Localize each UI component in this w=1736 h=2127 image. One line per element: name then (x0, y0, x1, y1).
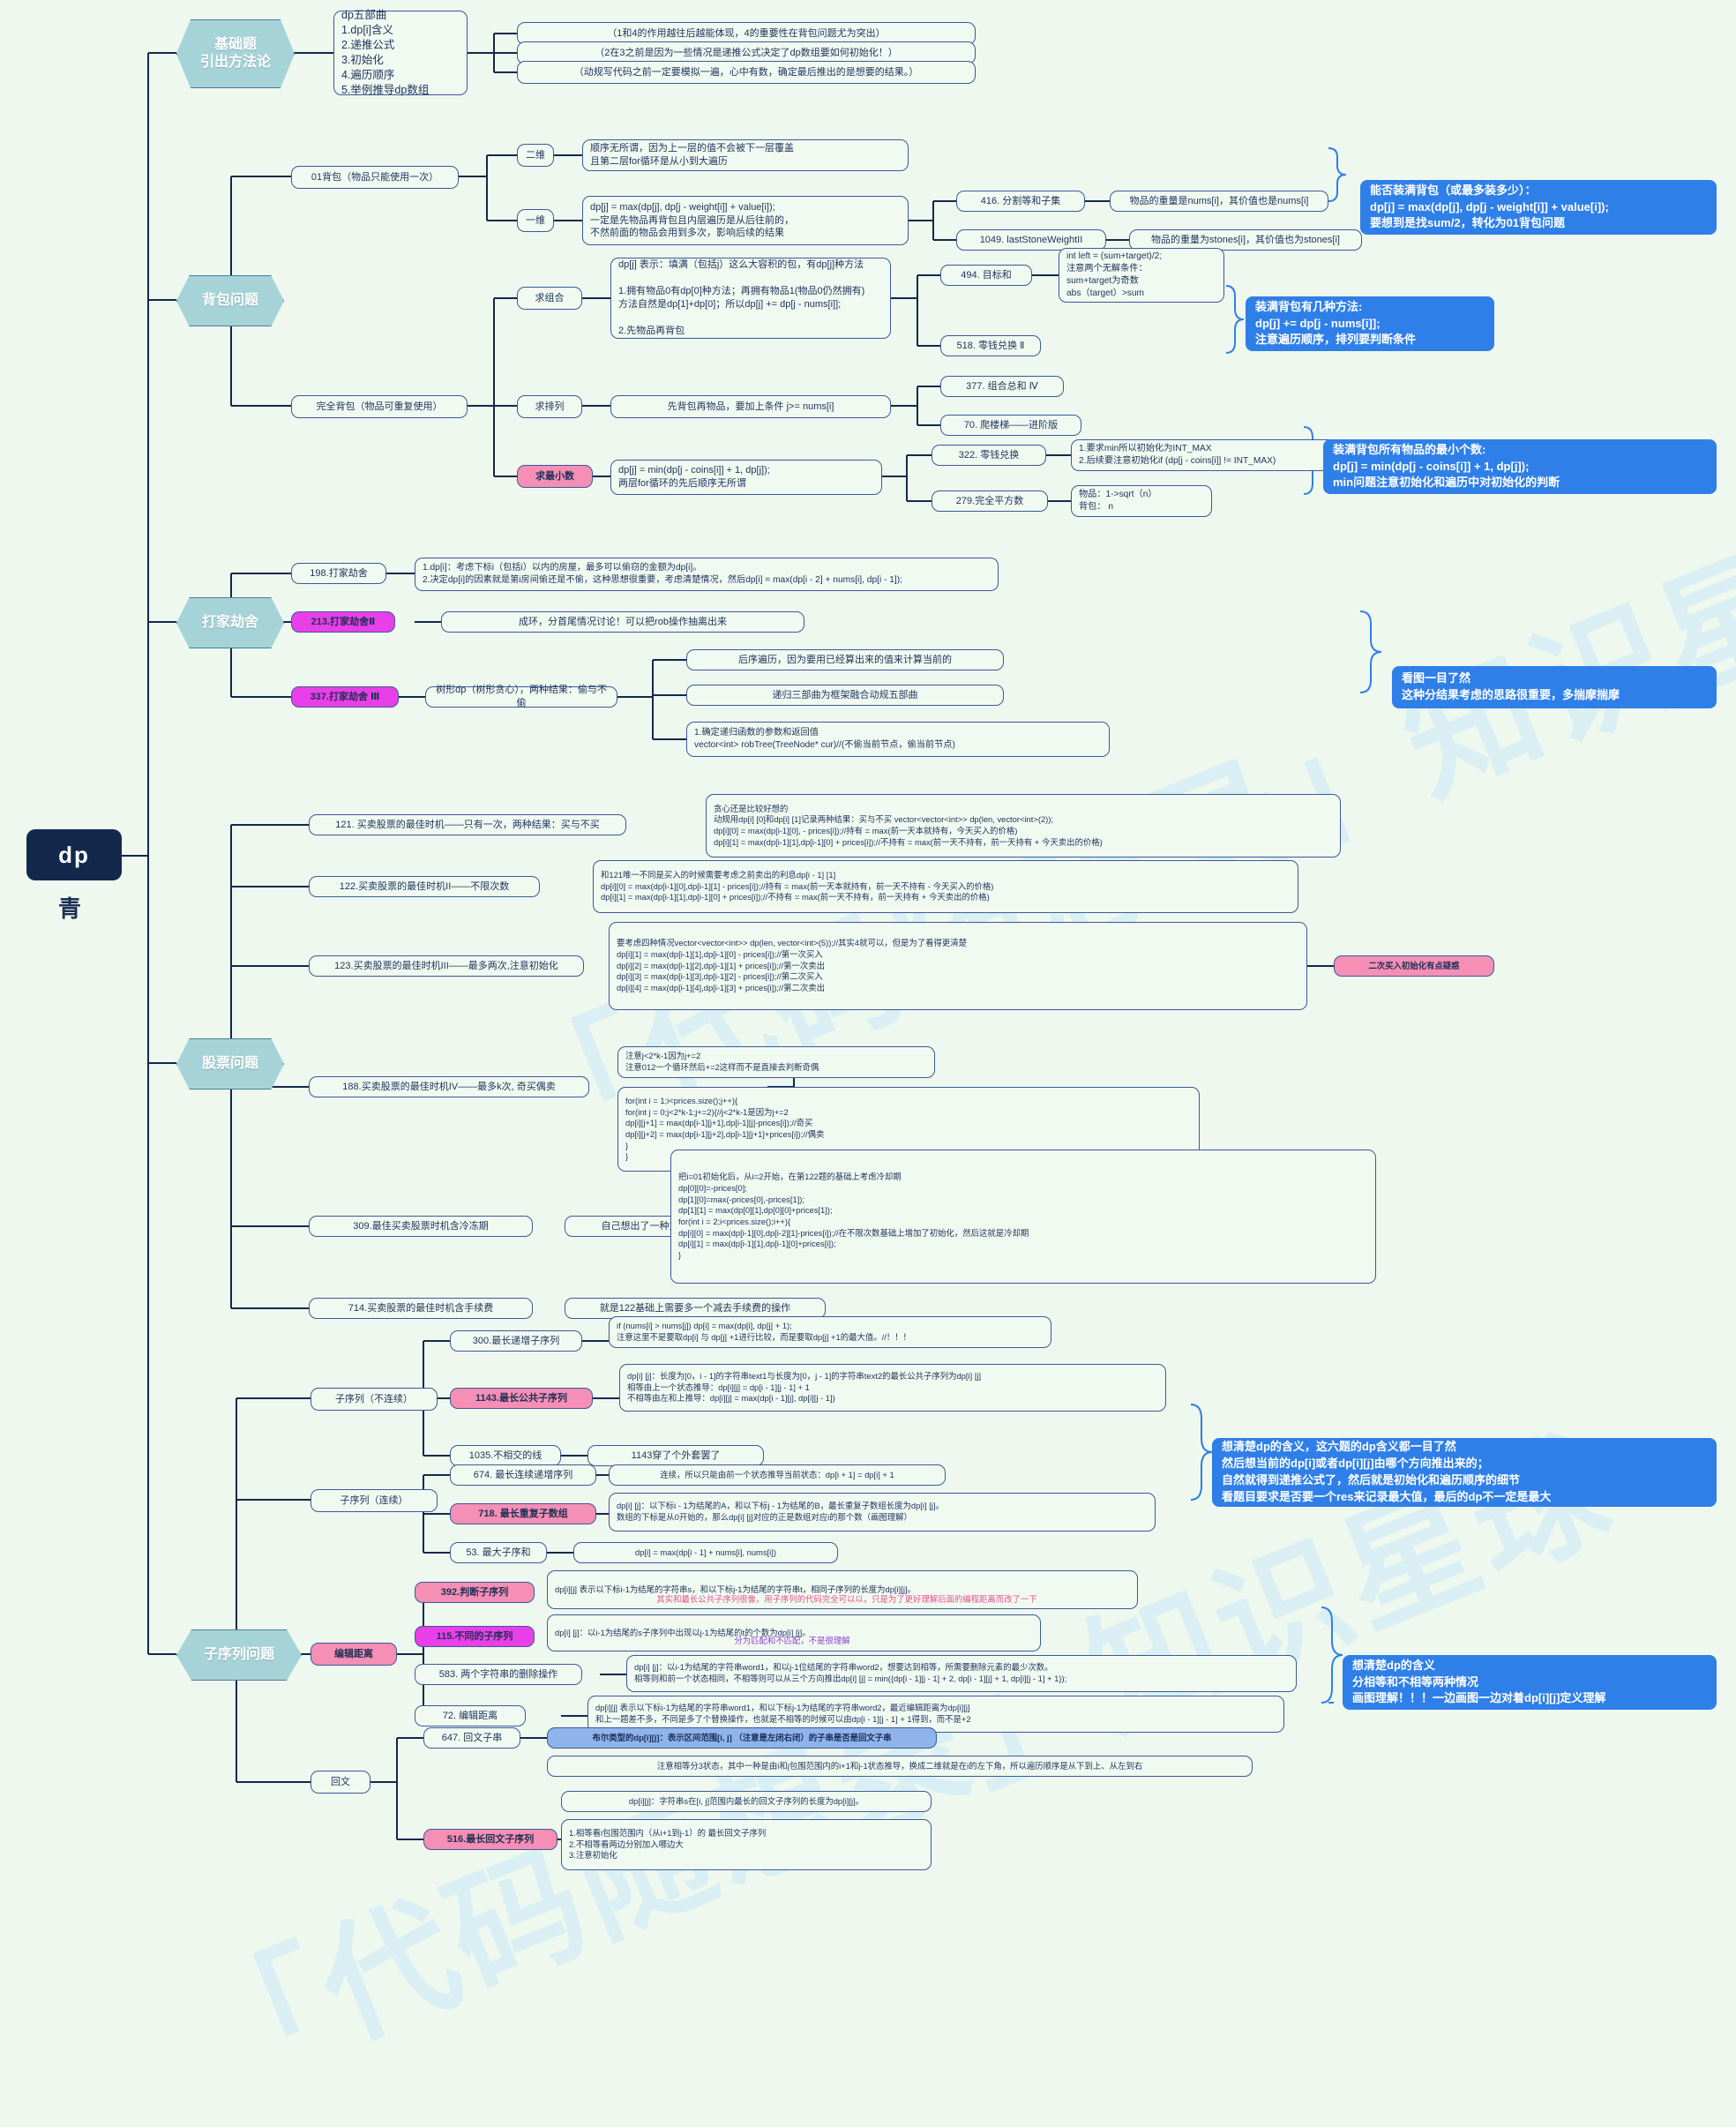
callout-subsequence-bottom[interactable]: 想清楚dp的含义 分相等和不相等两种情况 画图理解！！！一边画图一边对着dp[i… (1343, 1655, 1717, 1710)
node-combination-label[interactable]: 求组合 (517, 287, 582, 310)
node-problem-300-note[interactable]: if (nums[i] > nums[j]) dp[i] = max(dp[i]… (609, 1316, 1051, 1348)
node-problem-337-note[interactable]: 树形dp（树形贪心），两种结果：偷与不偷 (425, 685, 617, 708)
node-min-count-label[interactable]: 求最小数 (517, 465, 593, 488)
node-problem-718[interactable]: 718. 最长重复子数组 (450, 1503, 596, 1524)
node-problem-647-note[interactable]: 注意相等分3状态，其中一种是由i和j包围范围内的i+1和j-1状态推导，换成二维… (547, 1756, 1253, 1777)
branch-subsequence[interactable]: 子序列问题 (176, 1629, 302, 1681)
node-problem-188-note-1[interactable]: 注意j<2*k-1因为j+=2 注意012一个循环然后+=2这样而不是直接去判断… (617, 1046, 935, 1078)
node-problem-121-note[interactable]: 贪心还是比较好想的 动规用dp[i] [0]和dp[i] [1]记录两种结果：买… (706, 794, 1341, 858)
node-problem-416[interactable]: 416. 分割等和子集 (956, 191, 1085, 212)
node-problem-213-note[interactable]: 成环，分首尾情况讨论！可以把rob操作抽离出来 (441, 611, 804, 633)
callout-subsequence-top[interactable]: 想清楚dp的含义，这六题的dp含义都一目了然 然后想当前的dp[i]或者dp[i… (1212, 1438, 1717, 1507)
node-problem-122-note[interactable]: 和121唯一不同是买入的时候需要考虑之前卖出的利息dp[i - 1] [1] d… (593, 860, 1298, 913)
node-problem-115[interactable]: 115.不同的子序列 (415, 1626, 535, 1647)
node-problem-198[interactable]: 198.打家劫舍 (291, 563, 386, 584)
node-problem-337[interactable]: 337.打家劫舍 Ⅲ (291, 686, 399, 708)
node-problem-188[interactable]: 188.买卖股票的最佳时机IV——最多k次, 奇买偶卖 (309, 1076, 589, 1097)
callout-fill-knapsack[interactable]: 能否装满背包（或最多装多少）： dp[j] = max(dp[j], dp[j … (1360, 180, 1717, 235)
node-problem-516[interactable]: 516.最长回文子序列 (423, 1829, 557, 1850)
callout-min-items[interactable]: 装满背包所有物品的最小个数: dp[j] = min(dp[j - coins[… (1323, 439, 1717, 494)
node-dim-2d-text[interactable]: 顺序无所谓，因为上一层的值不会被下一层覆盖 且第二层for循环是从小到大遍历 (582, 139, 909, 171)
node-problem-392[interactable]: 392.判断子序列 (415, 1582, 535, 1603)
node-problem-322[interactable]: 322. 零钱兑换 (932, 445, 1046, 466)
node-complete-knapsack[interactable]: 完全背包（物品可重复使用） (291, 395, 468, 418)
callout-robber[interactable]: 看图一目了然 这种分结果考虑的思路很重要，多揣摩揣摩 (1392, 666, 1717, 708)
node-robber-note-2[interactable]: 递归三部曲为框架融合动规五部曲 (686, 685, 1004, 706)
node-palindrome-group[interactable]: 回文 (311, 1771, 370, 1794)
branch-knapsack[interactable]: 背包问题 (176, 275, 284, 326)
node-problem-674[interactable]: 674. 最长连续递增序列 (450, 1464, 596, 1486)
node-edit-distance-group[interactable]: 编辑距离 (311, 1643, 397, 1666)
node-01-knapsack[interactable]: 01背包（物品只能使用一次） (291, 166, 459, 189)
node-problem-647[interactable]: 647. 回文子串 (423, 1727, 520, 1749)
node-problem-121[interactable]: 121. 买卖股票的最佳时机——只有一次，两种结果：买与不买 (309, 814, 626, 835)
node-problem-309-note[interactable]: 把i=01初始化后，从i=2开始，在第122题的基础上考虑冷却期 dp[0][0… (670, 1150, 1376, 1284)
branch-basics[interactable]: 基础题 引出方法论 (176, 19, 295, 88)
node-permutation-text[interactable]: 先背包再物品，要加上条件 j>= nums[i] (610, 395, 891, 418)
callout-count-methods[interactable]: 装满背包有几种方法: dp[j] += dp[j - nums[i]]; 注意遍… (1246, 296, 1494, 351)
node-problem-516-note[interactable]: dp[i][j]：字符串s在[i, j]范围内最长的回文子序列的长度为dp[i]… (561, 1791, 932, 1812)
node-dp-five-steps[interactable]: dp五部曲 1.dp[i]含义 2.递推公式 3.初始化 4.遍历顺序 5.举例… (333, 9, 468, 96)
node-combination-text[interactable]: dp[j] 表示：填满（包括j）这么大容积的包，有dp[j]种方法 1.拥有物品… (610, 258, 891, 339)
node-problem-70[interactable]: 70. 爬楼梯——进阶版 (940, 415, 1081, 436)
node-problem-518[interactable]: 518. 零钱兑换 Ⅱ (940, 335, 1041, 356)
node-permutation-label[interactable]: 求排列 (517, 395, 582, 418)
node-min-count-text[interactable]: dp[j] = min(dp[j - coins[i]] + 1, dp[j])… (610, 460, 882, 495)
branch-robber[interactable]: 打家劫舍 (176, 597, 284, 648)
node-problem-123-tag[interactable]: 二次买入初始化有点疑惑 (1334, 955, 1494, 977)
node-problem-300[interactable]: 300.最长递增子序列 (450, 1330, 582, 1352)
node-problem-279-note[interactable]: 物品：1->sqrt（n） 背包： n (1071, 485, 1212, 517)
node-problem-115-note-2[interactable]: 分为匹配和不匹配，不是很理解 (554, 1633, 1030, 1649)
node-problem-494[interactable]: 494. 目标和 (940, 265, 1032, 286)
node-problem-494-note[interactable]: int left = (sum+target)/2; 注意两个无解条件： sum… (1059, 248, 1224, 303)
node-problem-1035-note[interactable]: 1143穿了个外套罢了 (587, 1445, 764, 1466)
node-problem-647-note-highlight[interactable]: 布尔类型的dp[i][j]：表示区间范围[i, j] （注意是左闭右闭）的子串是… (547, 1727, 937, 1749)
branch-stock[interactable]: 股票问题 (176, 1038, 284, 1090)
node-problem-714[interactable]: 714.买卖股票的最佳时机含手续费 (309, 1298, 533, 1319)
node-robber-note-3[interactable]: 1.确定递归函数的参数和返回值 vector<int> robTree(Tree… (686, 722, 1110, 757)
node-problem-123[interactable]: 123.买卖股票的最佳时机III——最多两次,注意初始化 (309, 955, 584, 977)
node-problem-322-note[interactable]: 1.要求min所以初始化为INT_MAX 2.后续要注意初始化if (dp[j … (1071, 439, 1362, 471)
node-dim-2d[interactable]: 二维 (517, 144, 554, 167)
node-problem-1143-note[interactable]: dp[i] [j]：长度为[0，i - 1]的字符串text1与长度为[0，j … (619, 1364, 1166, 1412)
node-robber-note-1[interactable]: 后序遍历，因为要用已经算出来的值来计算当前的 (686, 649, 1004, 670)
node-subseq-continuous[interactable]: 子序列（连续） (311, 1489, 438, 1512)
node-problem-53[interactable]: 53. 最大子序和 (450, 1542, 547, 1563)
node-problem-1143[interactable]: 1143.最长公共子序列 (450, 1388, 593, 1409)
node-problem-583-note[interactable]: dp[i] [j]：以i-1为结尾的字符串word1，和以j-1位结尾的字符串w… (626, 1655, 1297, 1692)
node-problem-72[interactable]: 72. 编辑距离 (415, 1705, 526, 1726)
node-problem-198-note[interactable]: 1.dp[i]：考虑下标i（包括i）以内的房屋，最多可以偷窃的金额为dp[i]。… (415, 558, 999, 591)
node-problem-583[interactable]: 583. 两个字符串的删除操作 (415, 1664, 582, 1685)
node-problem-122[interactable]: 122.买卖股票的最佳时机II——不限次数 (309, 876, 540, 897)
node-problem-718-note[interactable]: dp[i] [j]：以下标i - 1为结尾的A，和以下标j - 1为结尾的B，最… (609, 1493, 1156, 1532)
node-problem-279[interactable]: 279.完全平方数 (932, 491, 1048, 512)
node-problem-674-note[interactable]: 连续，所以只能由前一个状态推导当前状态：dp[i + 1] = dp[i] + … (609, 1464, 946, 1486)
node-problem-516-note-2[interactable]: 1.相等看i包围范围内（从i+1到j-1）的 最长回文子序列 2.不相等看两边分… (561, 1819, 932, 1870)
node-dim-1d-text[interactable]: dp[j] = max(dp[j], dp[j - weight[i]] + v… (582, 196, 909, 245)
node-basics-note-3[interactable]: （动规写代码之前一定要模拟一遍，心中有数，确定最后推出的是想要的结果。） (517, 61, 976, 84)
node-problem-392-note-2[interactable]: 其实和最长公共子序列很像，用子序列的代码完全可以以，只是为了更好理解后面的编程距… (565, 1591, 1129, 1608)
node-problem-416-note[interactable]: 物品的重量是nums[i]，其价值也是nums[i] (1110, 191, 1328, 212)
node-problem-53-note[interactable]: dp[i] = max(dp[i - 1] + nums[i], nums[i]… (573, 1542, 838, 1563)
node-dim-1d[interactable]: 一维 (517, 209, 554, 232)
root-subtitle: 青 (58, 895, 82, 922)
node-problem-309[interactable]: 309.最佳买卖股票时机含冷冻期 (309, 1216, 533, 1237)
node-problem-1035[interactable]: 1035.不相交的线 (450, 1445, 561, 1466)
node-subseq-discontinuous[interactable]: 子序列（不连续） (311, 1388, 438, 1411)
root-node[interactable]: dp (26, 829, 122, 880)
node-problem-377[interactable]: 377. 组合总和 Ⅳ (940, 376, 1064, 397)
node-problem-123-note[interactable]: 要考虑四种情况vector<vector<int>> dp(len, vecto… (609, 922, 1307, 1010)
node-problem-213[interactable]: 213.打家劫舍Ⅱ (291, 611, 395, 633)
